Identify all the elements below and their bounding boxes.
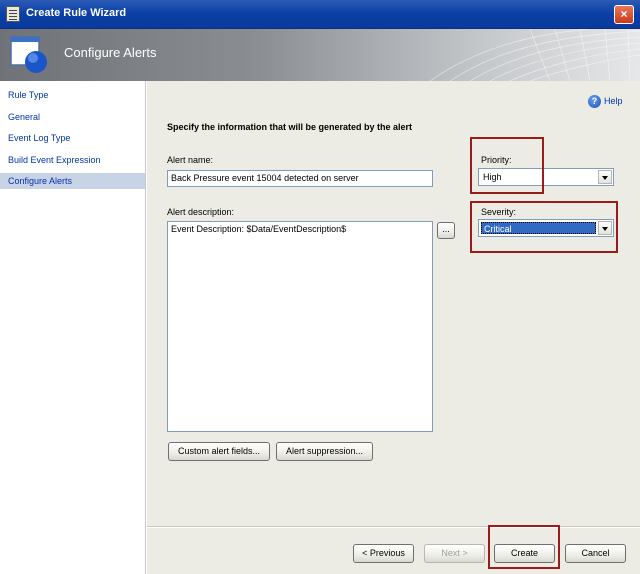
previous-button[interactable]: < Previous (353, 544, 414, 563)
nav-item-event-log-type[interactable]: Event Log Type (0, 130, 145, 146)
custom-alert-fields-button[interactable]: Custom alert fields... (168, 442, 270, 461)
help-icon[interactable]: ? (588, 95, 601, 108)
alert-description-textarea[interactable]: Event Description: $Data/EventDescriptio… (167, 221, 433, 432)
app-icon (6, 6, 20, 22)
insert-parameter-button[interactable]: ... (437, 222, 455, 239)
priority-highlight-box (470, 137, 544, 194)
cancel-button[interactable]: Cancel (565, 544, 626, 563)
alert-suppression-button[interactable]: Alert suppression... (276, 442, 373, 461)
section-title: Specify the information that will be gen… (167, 122, 413, 132)
alert-description-label: Alert description: (167, 207, 235, 217)
footer-divider (147, 526, 640, 527)
next-button[interactable]: Next > (424, 544, 485, 563)
configure-alerts-icon (10, 36, 47, 73)
create-highlight-box (488, 525, 560, 569)
nav-item-general[interactable]: General (0, 109, 145, 125)
page-title: Configure Alerts (64, 45, 157, 60)
alert-name-input[interactable]: Back Pressure event 15004 detected on se… (167, 170, 433, 187)
close-button[interactable]: × (614, 5, 634, 24)
wizard-banner: Configure Alerts (0, 29, 640, 81)
nav-item-configure-alerts[interactable]: Configure Alerts (0, 173, 145, 189)
window-title: Create Rule Wizard (26, 7, 127, 19)
main-panel: ? Help Specify the information that will… (147, 81, 640, 574)
nav-item-rule-type[interactable]: Rule Type (0, 87, 145, 103)
severity-highlight-box (470, 201, 618, 253)
banner-wave-graphic (429, 29, 640, 81)
chevron-down-icon[interactable] (598, 170, 612, 184)
help-label[interactable]: Help (604, 96, 623, 106)
alert-name-label: Alert name: (167, 155, 214, 165)
wizard-steps-nav: Rule Type General Event Log Type Build E… (0, 81, 146, 574)
title-bar: Create Rule Wizard × (0, 0, 640, 29)
nav-item-build-event-expression[interactable]: Build Event Expression (0, 152, 145, 168)
